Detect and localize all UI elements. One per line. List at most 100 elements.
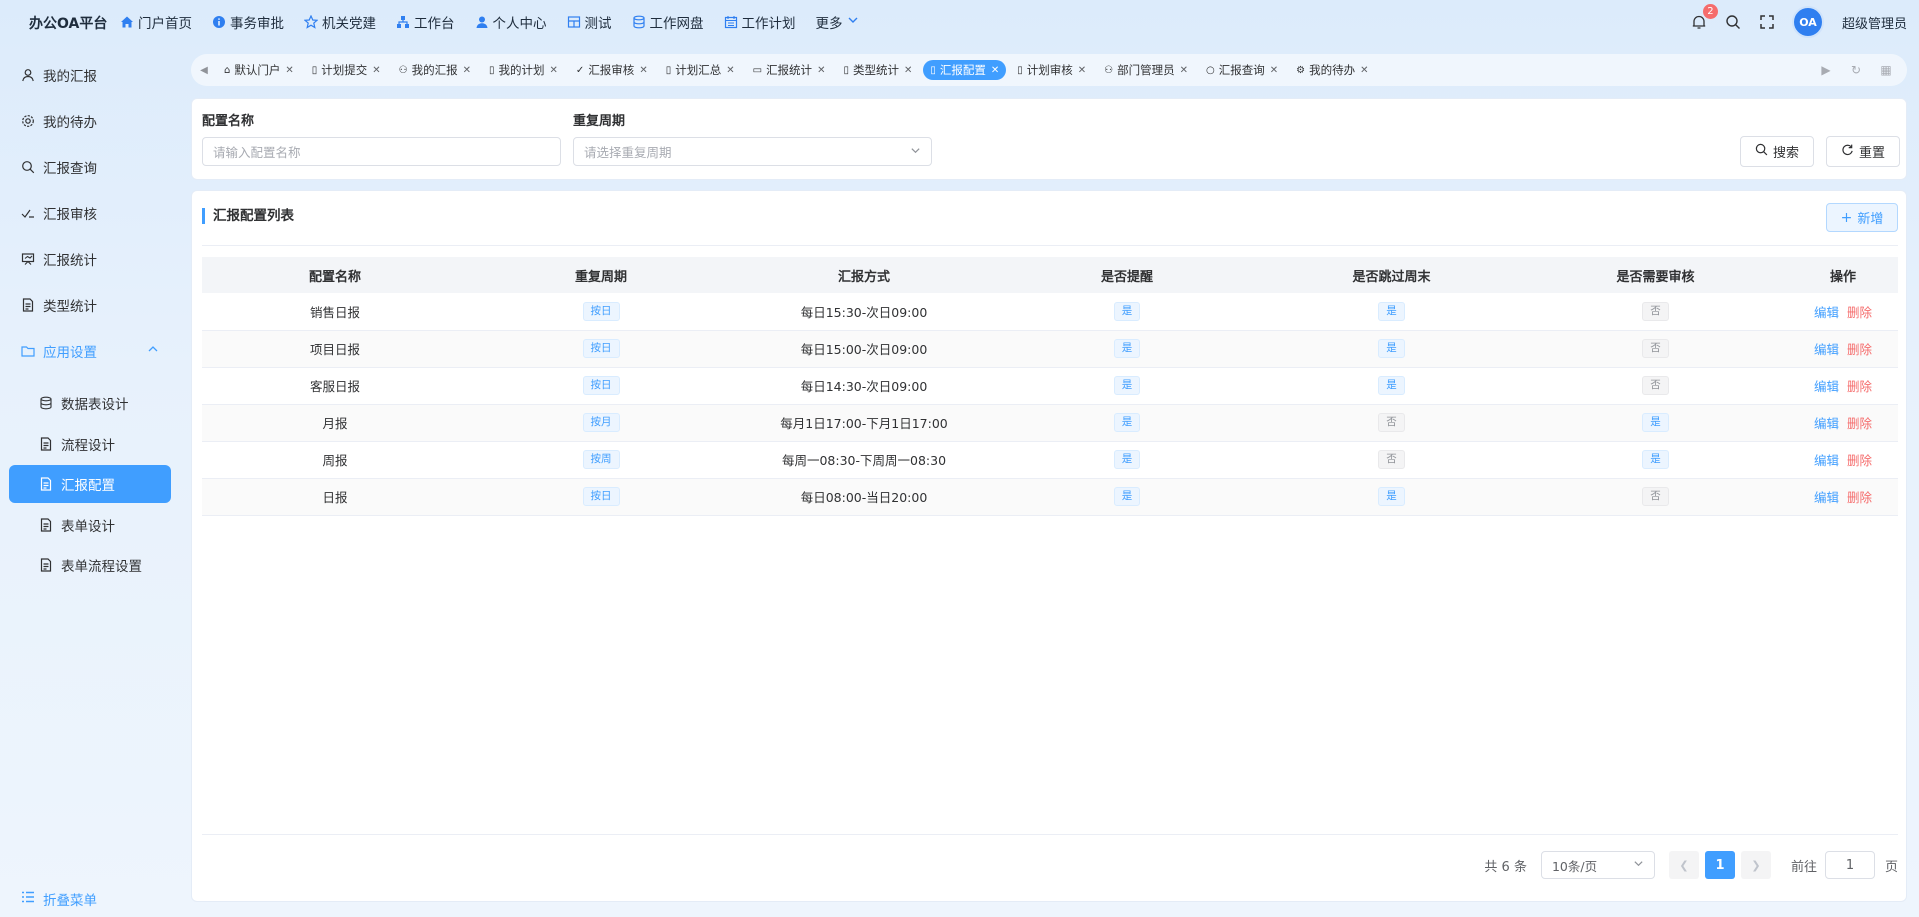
cell-cycle: 按日	[468, 293, 734, 331]
delete-link[interactable]: 删除	[1847, 305, 1872, 320]
close-icon[interactable]: ✕	[904, 65, 912, 76]
tab-report-audit[interactable]: ✓ 汇报审核 ✕	[569, 60, 655, 80]
sidebar-item-type-stats[interactable]: 类型统计	[9, 286, 171, 324]
close-icon[interactable]: ✕	[463, 65, 471, 76]
goto-page-input[interactable]: 1	[1824, 851, 1875, 879]
delete-link[interactable]: 删除	[1847, 342, 1872, 357]
cell-need-audit: 否	[1523, 478, 1788, 516]
nav-item-netdisk[interactable]: 工作网盘	[632, 12, 704, 32]
collapse-menu-button[interactable]: 折叠菜单	[21, 889, 97, 909]
column-header: 操作	[1788, 257, 1898, 293]
tab-report-stats[interactable]: ▭ 汇报统计 ✕	[746, 60, 833, 80]
reset-button[interactable]: 重置	[1826, 136, 1900, 167]
prev-page-button[interactable]: ❮	[1668, 851, 1699, 879]
cell-skip-weekend: 是	[1260, 367, 1523, 405]
sidebar-item-my-report[interactable]: 我的汇报	[9, 56, 171, 94]
page-number-button[interactable]: 1	[1704, 851, 1735, 879]
sidebar-group-app-settings[interactable]: 应用设置	[9, 332, 171, 370]
close-icon[interactable]: ✕	[550, 65, 558, 76]
document-icon: ▯	[1017, 64, 1023, 76]
cell-cycle: 按日	[468, 478, 734, 516]
fullscreen-icon[interactable]	[1758, 13, 1776, 31]
delete-link[interactable]: 删除	[1847, 379, 1872, 394]
bell-icon[interactable]: 2	[1690, 4, 1718, 31]
sidebar-item-table-design[interactable]: 数据表设计	[9, 384, 171, 422]
nav-item-personal[interactable]: 个人中心	[475, 12, 547, 32]
cell-need-audit: 是	[1523, 404, 1788, 442]
nav-item-workbench[interactable]: 工作台	[396, 12, 455, 32]
tab-plan-audit[interactable]: ▯ 计划审核 ✕	[1010, 60, 1093, 80]
cycle-tag: 按月	[582, 413, 620, 432]
goto-label: 前往	[1790, 859, 1817, 875]
search-icon[interactable]	[1724, 13, 1742, 31]
tab-report-query[interactable]: ○ 汇报查询 ✕	[1199, 60, 1285, 80]
tab-plan-summary[interactable]: ▯ 计划汇总 ✕	[659, 60, 742, 80]
tab-default-portal[interactable]: ⌂ 默认门户 ✕	[217, 60, 301, 80]
nav-item-party[interactable]: 机关党建	[304, 12, 376, 32]
close-icon[interactable]: ✕	[372, 65, 380, 76]
close-icon[interactable]: ✕	[1270, 65, 1278, 76]
tab-report-config[interactable]: ▯ 汇报配置 ✕	[923, 60, 1007, 80]
cell-skip-weekend: 是	[1260, 478, 1523, 516]
close-icon[interactable]: ✕	[1078, 65, 1086, 76]
remind-tag: 是	[1113, 339, 1141, 358]
search-button[interactable]: 搜索	[1740, 136, 1814, 167]
tab-dept-admin[interactable]: ⚇ 部门管理员 ✕	[1097, 60, 1195, 80]
cell-method: 每周一08:30-下周周一08:30	[734, 441, 994, 479]
plus-icon: +	[1840, 209, 1853, 226]
close-icon[interactable]: ✕	[1360, 65, 1368, 76]
tabs-menu-icon[interactable]: ▦	[1871, 63, 1901, 77]
sidebar-item-flow-design[interactable]: 流程设计	[9, 425, 171, 463]
nav-item-test[interactable]: 测试	[567, 12, 612, 32]
sidebar-item-report-query[interactable]: 汇报查询	[9, 148, 171, 186]
close-icon[interactable]: ✕	[285, 65, 293, 76]
tab-label: 我的汇报	[411, 63, 458, 77]
divider	[202, 834, 1898, 835]
edit-link[interactable]: 编辑	[1814, 379, 1839, 394]
sidebar-item-label: 表单流程设置	[61, 559, 142, 575]
config-name-input[interactable]: 请输入配置名称	[202, 137, 561, 166]
close-icon[interactable]: ✕	[1180, 65, 1188, 76]
tab-my-plan[interactable]: ▯ 我的计划 ✕	[482, 60, 565, 80]
close-icon[interactable]: ✕	[817, 65, 825, 76]
tab-type-stats[interactable]: ▯ 类型统计 ✕	[836, 60, 919, 80]
cell-cycle: 按月	[468, 404, 734, 442]
edit-link[interactable]: 编辑	[1814, 305, 1839, 320]
add-button[interactable]: + 新增	[1826, 203, 1898, 232]
page-size-select[interactable]: 10条/页	[1540, 851, 1655, 879]
nav-item-approval[interactable]: 事务审批	[212, 12, 284, 32]
edit-link[interactable]: 编辑	[1814, 490, 1839, 505]
repeat-cycle-select[interactable]: 请选择重复周期	[573, 137, 932, 166]
close-icon[interactable]: ✕	[639, 65, 647, 76]
sidebar-item-form-flow-settings[interactable]: 表单流程设置	[9, 546, 171, 584]
cell-actions: 编辑 删除	[1788, 330, 1898, 368]
tabs-scroll-left-icon[interactable]: ◀	[191, 58, 217, 82]
delete-link[interactable]: 删除	[1847, 416, 1872, 431]
next-page-button[interactable]: ❯	[1740, 851, 1771, 879]
sidebar-item-report-stats[interactable]: 汇报统计	[9, 240, 171, 278]
edit-link[interactable]: 编辑	[1814, 453, 1839, 468]
cell-skip-weekend: 否	[1260, 441, 1523, 479]
nav-item-portal[interactable]: 门户首页	[120, 12, 192, 32]
nav-item-plan[interactable]: 工作计划	[724, 12, 796, 32]
sidebar-item-report-config[interactable]: 汇报配置	[9, 465, 171, 503]
delete-link[interactable]: 删除	[1847, 453, 1872, 468]
edit-link[interactable]: 编辑	[1814, 416, 1839, 431]
refresh-icon[interactable]: ↻	[1841, 63, 1871, 77]
nav-item-more[interactable]: 更多	[816, 12, 859, 32]
sidebar-item-label: 汇报查询	[43, 161, 97, 177]
edit-link[interactable]: 编辑	[1814, 342, 1839, 357]
tab-plan-submit[interactable]: ▯ 计划提交 ✕	[305, 60, 388, 80]
tabs-scroll-right-icon[interactable]: ▶	[1811, 63, 1841, 77]
avatar[interactable]: OA	[1791, 6, 1824, 38]
close-icon[interactable]: ✕	[991, 65, 999, 76]
column-header: 是否跳过周末	[1260, 257, 1523, 293]
close-icon[interactable]: ✕	[726, 65, 734, 76]
delete-link[interactable]: 删除	[1847, 490, 1872, 505]
sidebar-item-form-design[interactable]: 表单设计	[9, 506, 171, 544]
sidebar-item-report-audit[interactable]: 汇报审核	[9, 194, 171, 232]
tab-my-report[interactable]: ⚇ 我的汇报 ✕	[392, 60, 478, 80]
sidebar-item-my-todo[interactable]: 我的待办	[9, 102, 171, 140]
tab-my-todo[interactable]: ⚙ 我的待办 ✕	[1289, 60, 1375, 80]
user-name[interactable]: 超级管理员	[1842, 13, 1907, 32]
